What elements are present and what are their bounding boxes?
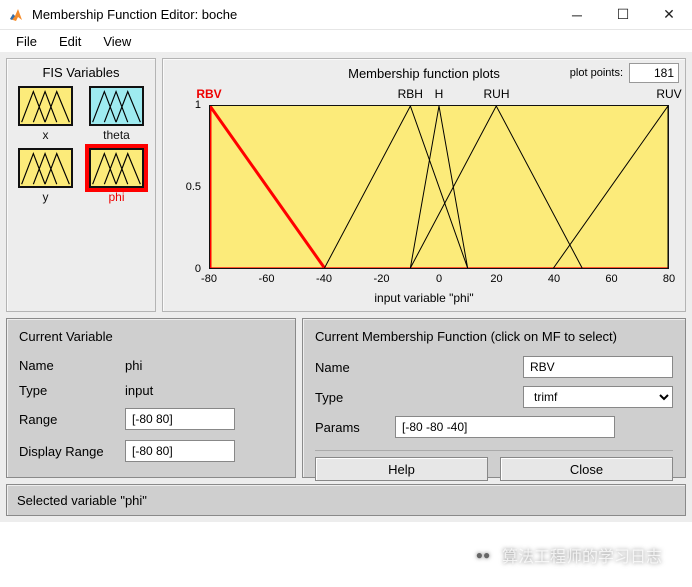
- fis-title: FIS Variables: [13, 65, 149, 80]
- mf-line-RBV[interactable]: [210, 106, 325, 268]
- fis-variables-panel: FIS Variables x theta y phi: [6, 58, 156, 312]
- mf-line-RBH[interactable]: [325, 106, 468, 268]
- cmf-buttons: Help Close: [315, 450, 673, 481]
- mf-label-RUH[interactable]: RUH: [484, 87, 510, 101]
- mf-line-RUH[interactable]: [410, 106, 582, 268]
- x-ticks: -80-60-40-20020406080: [209, 271, 669, 287]
- close-button[interactable]: Close: [500, 457, 673, 481]
- x-tick: -80: [201, 273, 217, 285]
- menu-view[interactable]: View: [97, 32, 137, 51]
- fis-grid: x theta y phi: [13, 86, 149, 204]
- matlab-logo-icon: [8, 7, 24, 23]
- cmf-name-label: Name: [315, 360, 385, 375]
- cmf-title: Current Membership Function (click on MF…: [315, 329, 673, 344]
- cv-range-label: Range: [19, 412, 119, 427]
- fis-var-x[interactable]: [18, 86, 73, 126]
- cmf-name-input[interactable]: [523, 356, 673, 378]
- mf-label-H[interactable]: H: [435, 87, 444, 101]
- cmf-type-select[interactable]: trimf: [523, 386, 673, 408]
- cv-range-input[interactable]: [125, 408, 235, 430]
- current-mf-panel: Current Membership Function (click on MF…: [302, 318, 686, 478]
- watermark: ●● 算法工程师的学习日志: [472, 543, 662, 567]
- mf-label-RUV[interactable]: RUV: [656, 87, 681, 101]
- x-tick: -40: [316, 273, 332, 285]
- cv-type-label: Type: [19, 383, 119, 398]
- chart[interactable]: RBVRBHHRUHRUV 00.51 -80-60-40-2002040608…: [169, 87, 679, 287]
- fis-var-label-x: x: [18, 128, 73, 142]
- fis-var-label-y: y: [18, 190, 73, 204]
- status-bar: Selected variable "phi": [6, 484, 686, 516]
- mf-label-RBH[interactable]: RBH: [398, 87, 423, 101]
- x-axis-label: input variable "phi": [169, 291, 679, 305]
- plot-points-label: plot points:: [570, 67, 623, 79]
- mf-line-RUV[interactable]: [554, 106, 669, 268]
- minimize-button[interactable]: ─: [554, 0, 600, 30]
- wechat-icon: ●●: [472, 544, 494, 566]
- chart-svg[interactable]: [210, 106, 668, 268]
- y-tick: 1: [195, 99, 201, 111]
- fis-var-theta[interactable]: [89, 86, 144, 126]
- cv-disprange-label: Display Range: [19, 444, 119, 459]
- cv-name-label: Name: [19, 358, 119, 373]
- plot-panel: Membership function plots plot points: R…: [162, 58, 686, 312]
- plot-header: Membership function plots plot points:: [169, 63, 679, 83]
- cv-name-value: phi: [125, 358, 283, 373]
- cv-type-value: input: [125, 383, 283, 398]
- workspace: FIS Variables x theta y phi Membership func…: [0, 52, 692, 522]
- bottom-row: Current Variable Name phi Type input Ran…: [6, 318, 686, 478]
- window-title: Membership Function Editor: boche: [32, 7, 554, 22]
- watermark-text: 算法工程师的学习日志: [502, 543, 662, 567]
- cv-title: Current Variable: [19, 329, 283, 344]
- x-tick: -60: [259, 273, 275, 285]
- maximize-button[interactable]: ☐: [600, 0, 646, 30]
- cmf-params-input[interactable]: [395, 416, 615, 438]
- menu-edit[interactable]: Edit: [53, 32, 87, 51]
- chart-area[interactable]: [209, 105, 669, 269]
- mf-labels: RBVRBHHRUHRUV: [209, 87, 669, 105]
- titlebar: Membership Function Editor: boche ─ ☐ ✕: [0, 0, 692, 30]
- menubar: File Edit View: [0, 30, 692, 52]
- fis-var-phi[interactable]: [89, 148, 144, 188]
- current-variable-panel: Current Variable Name phi Type input Ran…: [6, 318, 296, 478]
- y-tick: 0.5: [186, 181, 201, 193]
- fis-var-label-theta: theta: [89, 128, 144, 142]
- fis-var-label-phi: phi: [89, 190, 144, 204]
- help-button[interactable]: Help: [315, 457, 488, 481]
- x-tick: 60: [605, 273, 617, 285]
- x-tick: 80: [663, 273, 675, 285]
- x-tick: 0: [436, 273, 442, 285]
- status-text: Selected variable "phi": [17, 493, 147, 508]
- cmf-params-label: Params: [315, 420, 385, 435]
- fis-var-y[interactable]: [18, 148, 73, 188]
- x-tick: 40: [548, 273, 560, 285]
- top-row: FIS Variables x theta y phi Membership func…: [6, 58, 686, 312]
- x-tick: 20: [490, 273, 502, 285]
- x-tick: -20: [374, 273, 390, 285]
- menu-file[interactable]: File: [10, 32, 43, 51]
- plot-points-input[interactable]: [629, 63, 679, 83]
- cv-disprange-input[interactable]: [125, 440, 235, 462]
- cmf-type-label: Type: [315, 390, 385, 405]
- y-ticks: 00.51: [169, 105, 205, 269]
- close-window-button[interactable]: ✕: [646, 0, 692, 30]
